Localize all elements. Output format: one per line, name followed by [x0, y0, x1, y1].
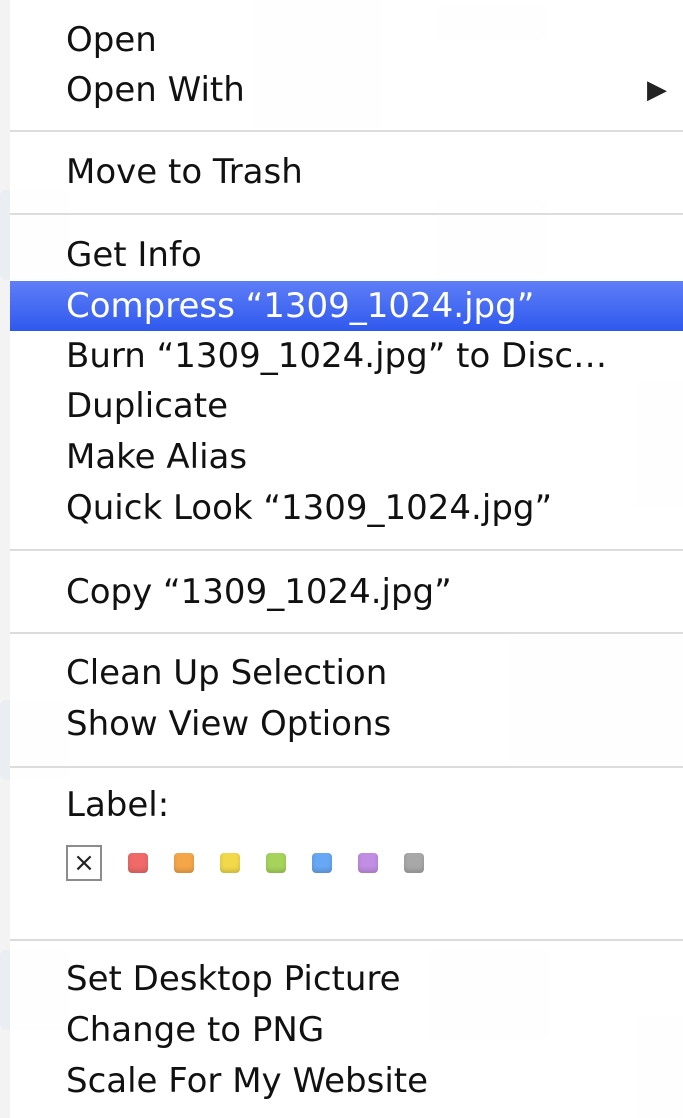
context-menu: Open Open With ▶ Move to Trash Get Info … — [10, 0, 683, 1118]
menu-item-label: Copy “1309_1024.jpg” — [66, 572, 452, 612]
label-swatch-yellow[interactable] — [220, 853, 240, 873]
menu-separator — [10, 549, 683, 551]
label-title: Label: — [66, 785, 170, 825]
menu-item-label: Open — [66, 20, 157, 60]
label-section-title: Label: — [10, 780, 683, 830]
menu-separator — [10, 632, 683, 634]
menu-item-compress[interactable]: Compress “1309_1024.jpg” — [10, 281, 683, 331]
menu-separator — [10, 939, 683, 941]
menu-item-label: Open With — [66, 70, 245, 110]
label-none-button[interactable]: × — [66, 845, 102, 881]
menu-item-open-with[interactable]: Open With ▶ — [10, 65, 683, 115]
menu-separator — [10, 766, 683, 768]
menu-item-move-to-trash[interactable]: Move to Trash — [10, 147, 683, 197]
menu-item-label: Clean Up Selection — [66, 653, 388, 693]
menu-item-set-desktop-picture[interactable]: Set Desktop Picture — [10, 954, 683, 1004]
label-swatch-gray[interactable] — [404, 853, 424, 873]
menu-item-label: Quick Look “1309_1024.jpg” — [66, 488, 553, 528]
menu-item-label: Set Desktop Picture — [66, 959, 401, 999]
menu-item-label: Make Alias — [66, 437, 248, 477]
menu-item-clean-up-selection[interactable]: Clean Up Selection — [10, 648, 683, 698]
menu-item-copy[interactable]: Copy “1309_1024.jpg” — [10, 567, 683, 617]
menu-separator — [10, 130, 683, 132]
menu-item-label: Burn “1309_1024.jpg” to Disc… — [66, 336, 608, 376]
menu-item-duplicate[interactable]: Duplicate — [10, 381, 683, 431]
menu-item-change-to-png[interactable]: Change to PNG — [10, 1005, 683, 1055]
label-color-swatches: × — [66, 843, 450, 883]
menu-item-label: Scale For My Website — [66, 1061, 429, 1101]
menu-item-get-info[interactable]: Get Info — [10, 230, 683, 280]
label-swatch-green[interactable] — [266, 853, 286, 873]
menu-item-show-view-options[interactable]: Show View Options — [10, 699, 683, 749]
menu-item-burn-to-disc[interactable]: Burn “1309_1024.jpg” to Disc… — [10, 331, 683, 381]
menu-item-quick-look[interactable]: Quick Look “1309_1024.jpg” — [10, 483, 683, 533]
menu-item-label: Move to Trash — [66, 152, 303, 192]
menu-item-scale-for-website[interactable]: Scale For My Website — [10, 1056, 683, 1106]
label-swatch-blue[interactable] — [312, 853, 332, 873]
label-swatch-red[interactable] — [128, 853, 148, 873]
menu-separator — [10, 213, 683, 215]
menu-item-open[interactable]: Open — [10, 15, 683, 65]
menu-item-label: Show View Options — [66, 704, 392, 744]
submenu-arrow-icon: ▶ — [647, 75, 667, 105]
menu-item-label: Duplicate — [66, 386, 228, 426]
menu-item-label: Change to PNG — [66, 1010, 325, 1050]
menu-item-label: Compress “1309_1024.jpg” — [66, 286, 535, 326]
label-swatch-purple[interactable] — [358, 853, 378, 873]
menu-item-make-alias[interactable]: Make Alias — [10, 432, 683, 482]
menu-item-label: Get Info — [66, 235, 202, 275]
label-swatch-orange[interactable] — [174, 853, 194, 873]
